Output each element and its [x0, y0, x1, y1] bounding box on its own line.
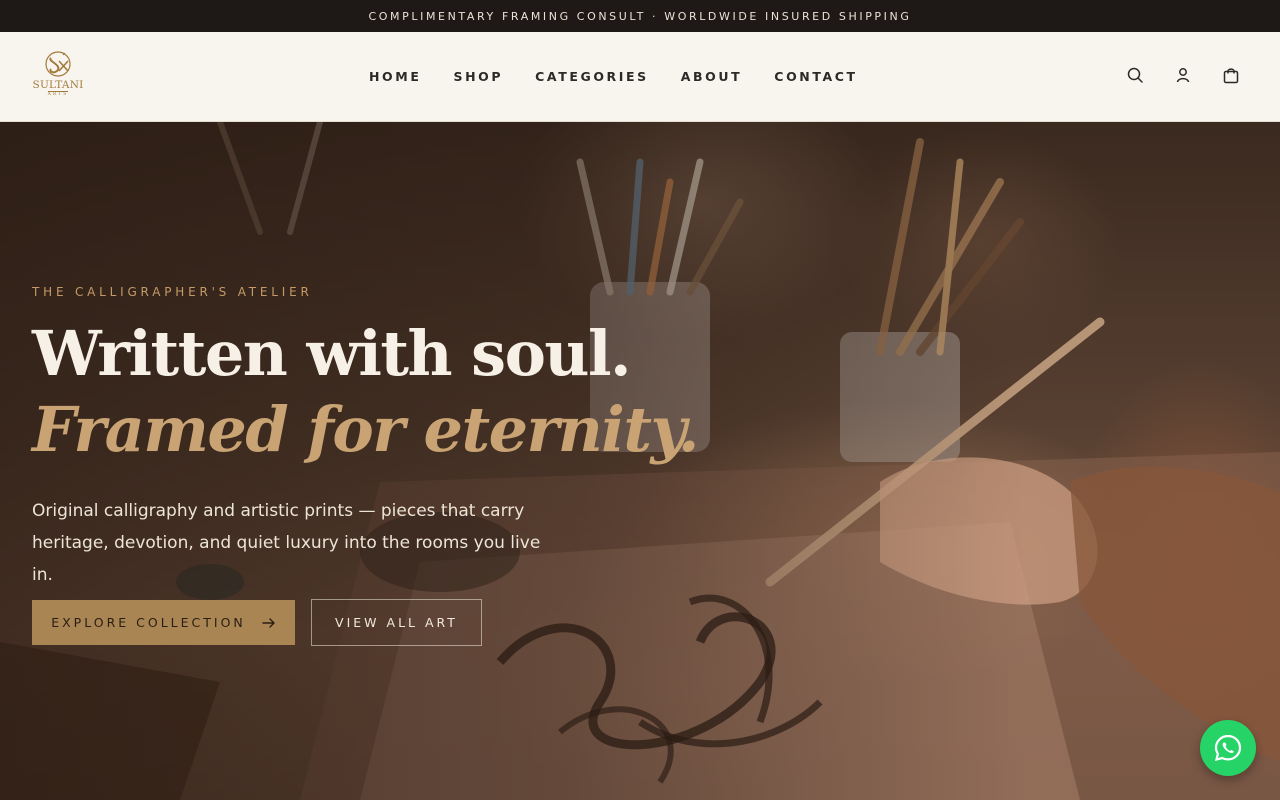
- whatsapp-chat-button[interactable]: [1200, 720, 1256, 776]
- hero-headline-accent: Framed for eternity.: [32, 393, 700, 466]
- main-nav: HOME SHOP CATEGORIES ABOUT CONTACT: [369, 32, 858, 120]
- nav-contact[interactable]: CONTACT: [774, 69, 857, 84]
- logo-monogram-icon: [45, 51, 71, 77]
- user-icon[interactable]: [1174, 66, 1192, 84]
- logo[interactable]: SULTANI ARTS: [31, 49, 85, 105]
- shopping-bag-icon[interactable]: [1222, 66, 1240, 84]
- view-all-art-label: VIEW ALL ART: [335, 615, 458, 630]
- hero-headline: Written with soul.: [32, 317, 632, 390]
- nav-categories[interactable]: CATEGORIES: [535, 69, 649, 84]
- search-icon[interactable]: [1126, 66, 1144, 84]
- site-header: SULTANI ARTS HOME SHOP CATEGORIES ABOUT …: [0, 32, 1280, 122]
- hero-eyebrow: THE CALLIGRAPHER'S ATELIER: [32, 285, 313, 299]
- logo-sub: ARTS: [47, 91, 69, 97]
- nav-home[interactable]: HOME: [369, 69, 421, 84]
- whatsapp-icon: [1214, 734, 1242, 761]
- announcement-text: COMPLIMENTARY FRAMING CONSULT · WORLDWID…: [368, 9, 912, 23]
- announcement-bar: COMPLIMENTARY FRAMING CONSULT · WORLDWID…: [0, 0, 1280, 32]
- arrow-right-icon: [262, 617, 275, 628]
- header-actions: [1126, 66, 1240, 84]
- hero-section: THE CALLIGRAPHER'S ATELIER Written with …: [0, 122, 1280, 800]
- nav-about[interactable]: ABOUT: [681, 69, 743, 84]
- hero-description: Original calligraphy and artistic prints…: [32, 501, 541, 585]
- view-all-art-button[interactable]: VIEW ALL ART: [311, 599, 482, 646]
- explore-collection-label: EXPLORE COLLECTION: [51, 615, 246, 630]
- logo-name: SULTANI: [32, 79, 84, 91]
- nav-shop[interactable]: SHOP: [453, 69, 503, 84]
- explore-collection-button[interactable]: EXPLORE COLLECTION: [32, 600, 295, 645]
